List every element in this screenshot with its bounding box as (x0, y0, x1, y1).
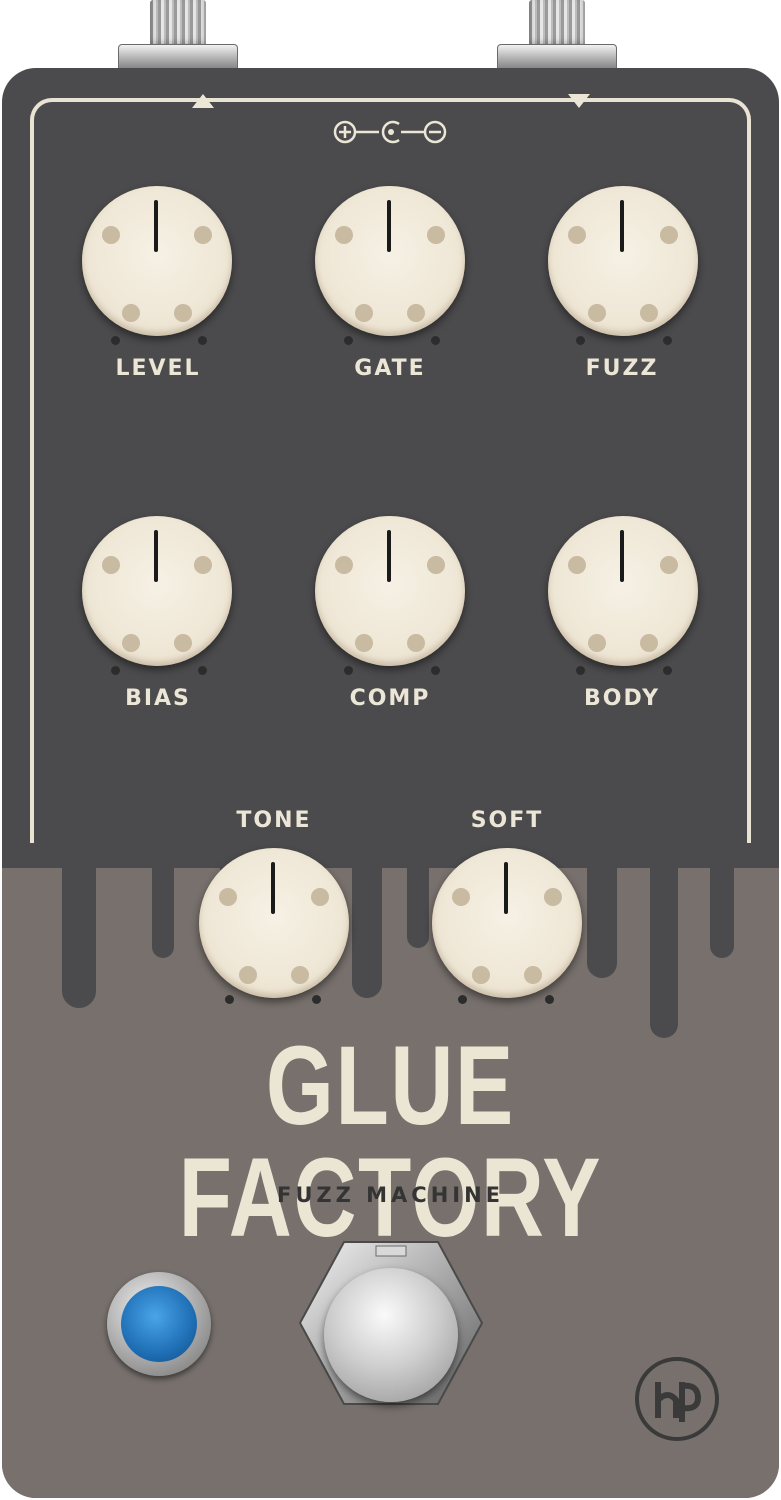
soft-knob[interactable] (432, 848, 582, 998)
output-jack[interactable] (497, 0, 617, 72)
status-led-bezel (107, 1272, 211, 1376)
body-knob[interactable] (548, 516, 698, 666)
knob-pointer (387, 530, 391, 582)
knob-pointer (154, 530, 158, 582)
status-led (121, 1286, 197, 1362)
knob-max-dot (545, 995, 554, 1004)
level-knob[interactable] (82, 186, 232, 336)
knob-label: COMP (349, 686, 431, 711)
dc-power-polarity-icon (333, 120, 447, 144)
knob-min-dot (576, 666, 585, 675)
knob-cap (432, 848, 582, 998)
knob-pointer (620, 200, 624, 252)
knob-min-dot (344, 666, 353, 675)
knob-label: BODY (583, 686, 661, 711)
knob-label: SOFT (470, 808, 544, 833)
pedal: LEVEL GATE FUZZ BIAS COMP BODY TONE SOFT… (0, 0, 781, 1500)
knob-label: TONE (236, 808, 312, 833)
knob-label: FUZZ (585, 356, 659, 381)
input-jack[interactable] (118, 0, 238, 72)
gate-knob[interactable] (315, 186, 465, 336)
knob-cap (82, 186, 232, 336)
knob-pointer (154, 200, 158, 252)
knob-min-dot (344, 336, 353, 345)
knob-min-dot (576, 336, 585, 345)
knob-cap (199, 848, 349, 998)
jack-nut (150, 0, 206, 50)
knob-max-dot (312, 995, 321, 1004)
knob-cap (548, 516, 698, 666)
footswitch[interactable] (324, 1268, 458, 1402)
knob-pointer (620, 530, 624, 582)
pedal-subtitle: FUZZ MACHINE (276, 1183, 505, 1207)
knob-label: GATE (354, 356, 426, 381)
knob-pointer (504, 862, 508, 914)
knob-cap (315, 516, 465, 666)
knob-cap (315, 186, 465, 336)
output-arrow-icon (568, 94, 590, 108)
pedal-title: GLUE FACTORY (178, 1023, 603, 1260)
knob-pointer (387, 200, 391, 252)
knob-max-dot (431, 666, 440, 675)
knob-max-dot (198, 336, 207, 345)
knob-min-dot (111, 666, 120, 675)
tone-knob[interactable] (199, 848, 349, 998)
knob-pointer (271, 862, 275, 914)
input-arrow-icon (192, 94, 214, 108)
fuzz-knob[interactable] (548, 186, 698, 336)
knob-cap (548, 186, 698, 336)
bias-knob[interactable] (82, 516, 232, 666)
comp-knob[interactable] (315, 516, 465, 666)
knob-min-dot (458, 995, 467, 1004)
knob-max-dot (198, 666, 207, 675)
knob-min-dot (111, 336, 120, 345)
knob-label: BIAS (125, 686, 191, 711)
knob-max-dot (663, 666, 672, 675)
knob-label: LEVEL (115, 356, 201, 381)
knob-cap (82, 516, 232, 666)
knob-max-dot (431, 336, 440, 345)
knob-min-dot (225, 995, 234, 1004)
jack-nut (529, 0, 585, 50)
brand-logo-icon (635, 1357, 719, 1441)
knob-max-dot (663, 336, 672, 345)
